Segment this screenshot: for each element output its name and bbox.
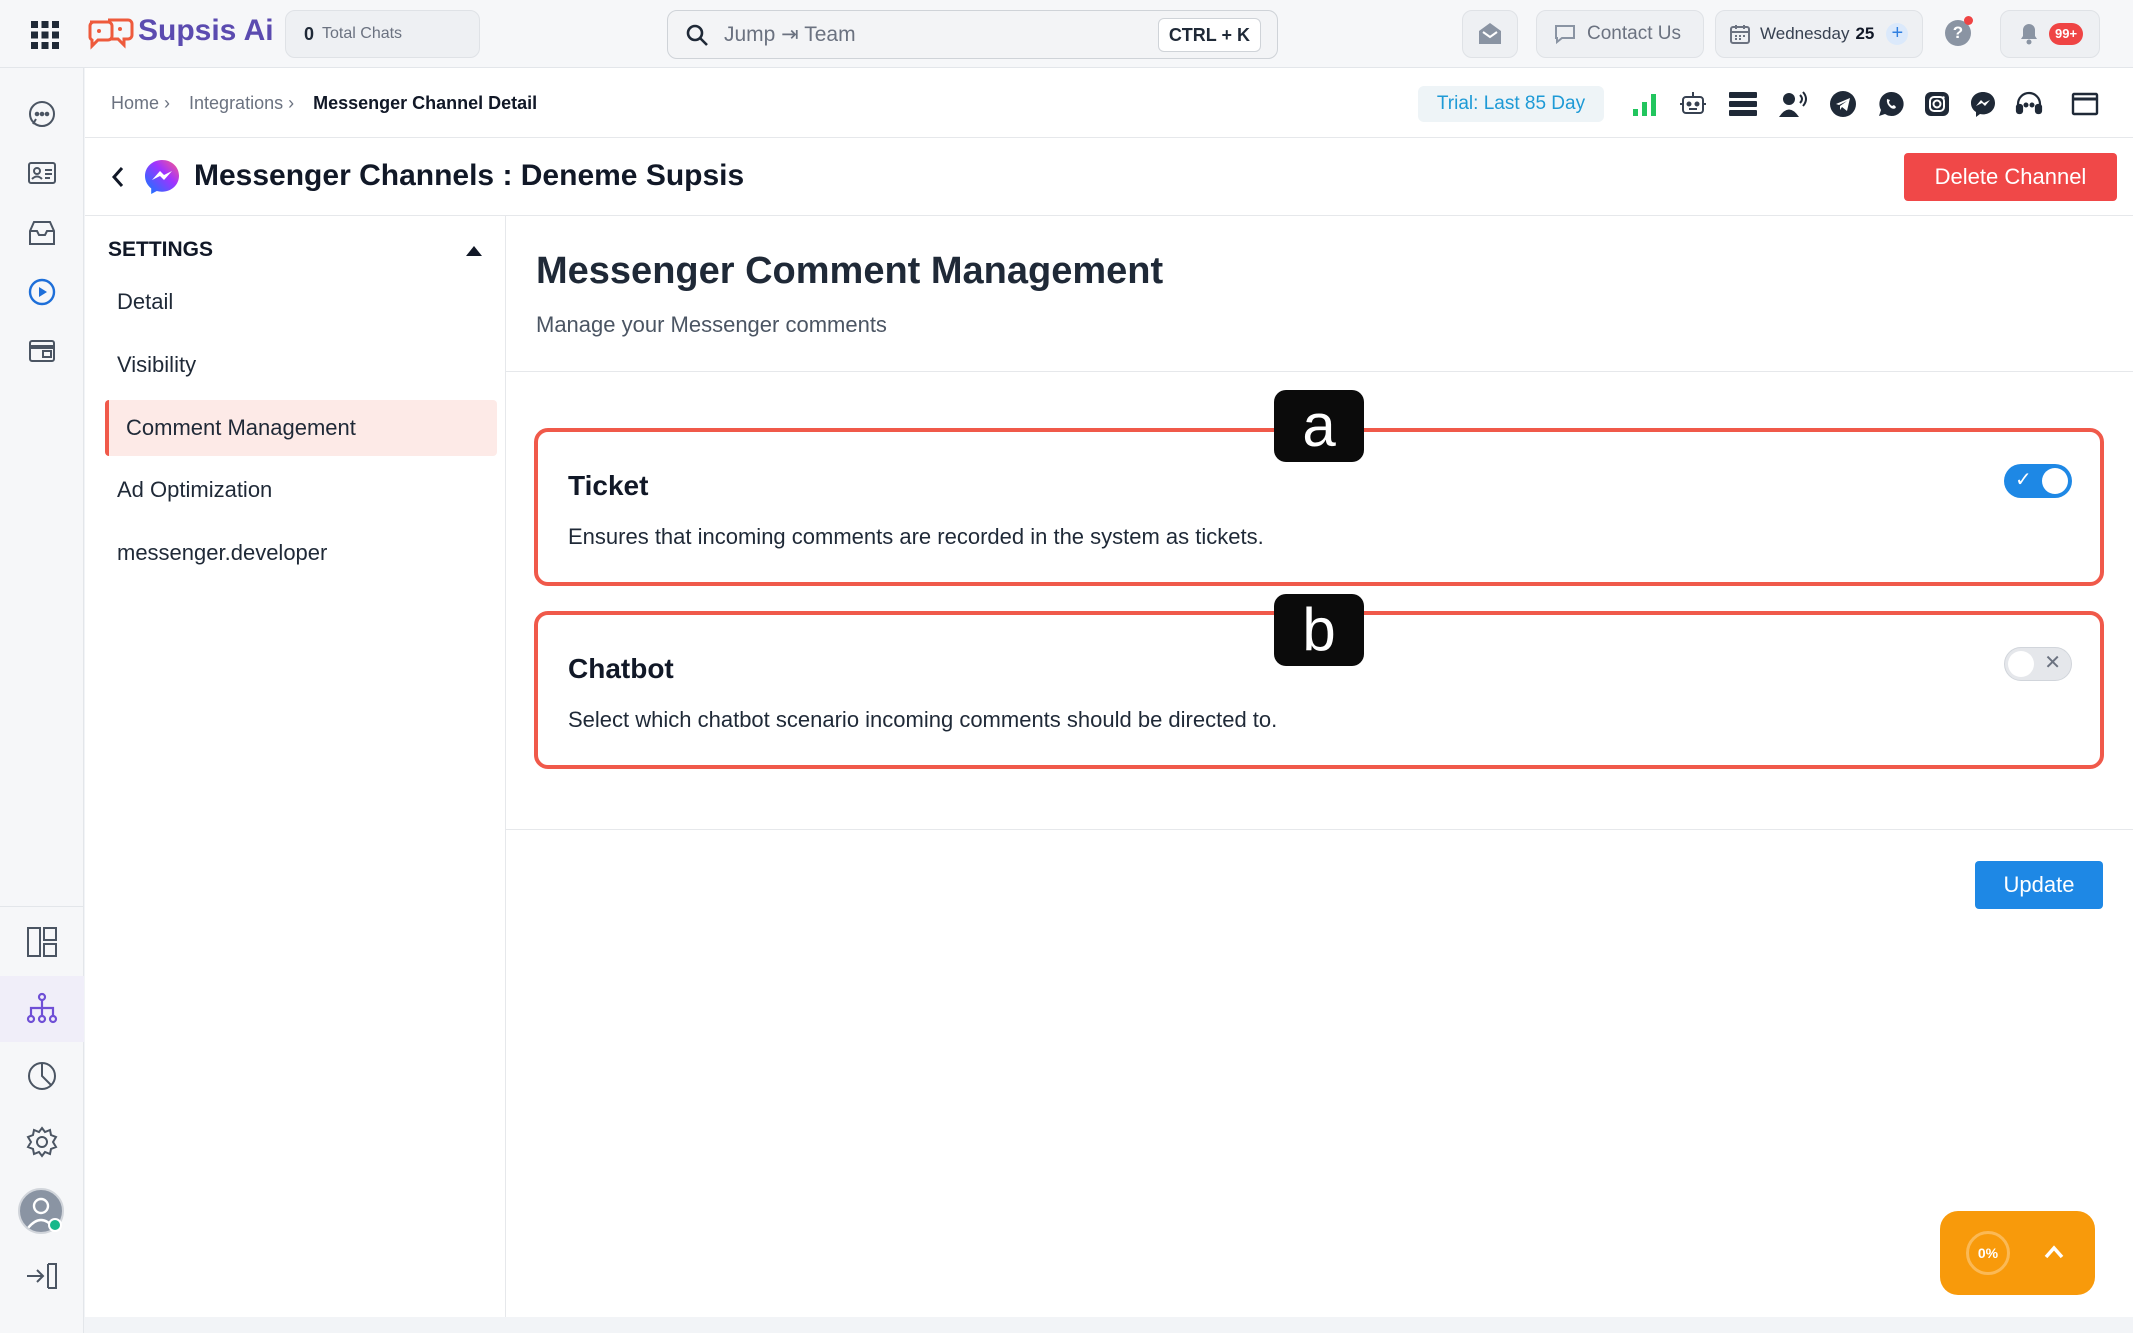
date-day: 25: [1855, 24, 1875, 43]
help-notification-dot: [1964, 16, 1973, 25]
total-chats-label: Total Chats: [322, 25, 403, 42]
brand-logo-icon: [86, 14, 136, 54]
notifications-button[interactable]: 99+: [2000, 10, 2100, 58]
dashboard-layout-icon[interactable]: [22, 922, 62, 962]
server-stack-icon[interactable]: [1726, 88, 1760, 120]
apps-grid-icon[interactable]: [28, 18, 62, 52]
search-box[interactable]: Jump ⇥ Team CTRL + K: [667, 10, 1278, 59]
bell-icon: [2021, 24, 2037, 45]
collapse-caret-icon[interactable]: [466, 246, 482, 256]
notifications-count-badge: 99+: [2049, 23, 2084, 45]
x-icon: ✕: [2044, 652, 2061, 674]
settings-sidebar: [85, 216, 506, 1317]
settings-item-detail[interactable]: Detail: [117, 289, 173, 315]
messenger-icon[interactable]: [1966, 88, 2000, 120]
breadcrumb-integrations[interactable]: Integrations ›: [189, 93, 294, 113]
progress-ring: 0%: [1966, 1231, 2010, 1275]
date-pill[interactable]: Wednesday 25 +: [1715, 10, 1923, 58]
calendar-icon: [1730, 25, 1750, 44]
breadcrumb-home[interactable]: Home ›: [111, 93, 170, 113]
chatbot-description: Select which chatbot scenario incoming c…: [568, 707, 1278, 732]
chats-nav-icon[interactable]: [24, 96, 60, 132]
total-chats-pill[interactable]: 0 Total Chats: [285, 10, 480, 58]
settings-item-ad-optimization[interactable]: Ad Optimization: [117, 477, 272, 503]
whatsapp-icon[interactable]: [1874, 88, 1908, 120]
instagram-icon[interactable]: [1920, 88, 1954, 120]
page-title: Messenger Channels : Deneme Supsis: [194, 159, 745, 192]
contacts-card-icon[interactable]: [24, 155, 60, 191]
signal-bars-icon[interactable]: [1628, 88, 1662, 120]
annotation-badge-b: b: [1274, 594, 1364, 666]
contact-us-button[interactable]: Contact Us: [1536, 10, 1704, 58]
ticket-description: Ensures that incoming comments are recor…: [568, 524, 1264, 549]
total-chats-count: 0: [304, 23, 315, 44]
support-headset-icon[interactable]: [2012, 88, 2046, 120]
reports-pie-icon[interactable]: [22, 1056, 62, 1096]
back-chevron-icon[interactable]: [104, 160, 132, 194]
online-status-dot: [48, 1218, 62, 1232]
settings-gear-icon[interactable]: [22, 1122, 62, 1162]
toggle-knob: [2008, 651, 2034, 677]
robot-icon[interactable]: [1676, 88, 1710, 120]
voice-agent-icon[interactable]: [1776, 88, 1810, 120]
search-shortcut-badge: CTRL + K: [1157, 18, 1261, 52]
archive-box-icon[interactable]: [24, 215, 60, 251]
settings-item-label: Comment Management: [126, 415, 356, 440]
breadcrumb-current: Messenger Channel Detail: [313, 93, 538, 113]
search-icon: [684, 22, 710, 48]
toggle-knob: [2042, 468, 2068, 494]
inbox-button[interactable]: [1462, 10, 1518, 58]
window-panel-icon[interactable]: [2068, 88, 2102, 120]
browser-window-icon[interactable]: [24, 333, 60, 369]
progress-widget[interactable]: 0%: [1940, 1211, 2095, 1295]
settings-item-visibility[interactable]: Visibility: [117, 352, 196, 378]
ticket-title: Ticket: [568, 470, 649, 501]
brand-name: Supsis Ai: [138, 14, 274, 47]
contact-us-label: Contact Us: [1587, 23, 1681, 44]
footer-divider: [506, 829, 2133, 830]
section-subtitle: Manage your Messenger comments: [536, 312, 887, 337]
messenger-logo-icon: [142, 157, 182, 197]
telegram-icon[interactable]: [1826, 88, 1860, 120]
ticket-toggle[interactable]: ✓: [2004, 464, 2072, 498]
trial-badge[interactable]: Trial: Last 85 Day: [1418, 86, 1604, 122]
date-weekday: Wednesday: [1760, 24, 1850, 43]
settings-item-comment-management[interactable]: Comment Management: [105, 400, 497, 456]
breadcrumb: Home › Integrations › Messenger Channel …: [111, 93, 537, 114]
check-icon: ✓: [2015, 469, 2032, 491]
chat-bubble-icon: [1555, 25, 1575, 45]
add-event-icon[interactable]: +: [1886, 23, 1909, 45]
settings-item-developer[interactable]: messenger.developer: [117, 540, 327, 566]
chatbot-title: Chatbot: [568, 653, 674, 684]
annotation-badge-a: a: [1274, 390, 1364, 462]
collapse-sidebar-icon[interactable]: [22, 1258, 62, 1294]
delete-channel-button[interactable]: Delete Channel: [1904, 153, 2117, 201]
rail-divider: [0, 906, 84, 907]
integrations-hierarchy-icon[interactable]: [22, 988, 62, 1028]
settings-header[interactable]: SETTINGS: [108, 238, 213, 262]
progress-percent: 0%: [1977, 1245, 1999, 1261]
play-circle-icon[interactable]: [24, 274, 60, 310]
chevron-up-icon[interactable]: [2042, 1241, 2066, 1263]
update-button[interactable]: Update: [1975, 861, 2103, 909]
section-divider: [506, 371, 2133, 372]
section-title: Messenger Comment Management: [536, 250, 1164, 292]
search-placeholder: Jump ⇥ Team: [724, 23, 856, 46]
mail-inbox-icon: [1479, 23, 1501, 44]
chatbot-toggle[interactable]: ✕: [2004, 647, 2072, 681]
